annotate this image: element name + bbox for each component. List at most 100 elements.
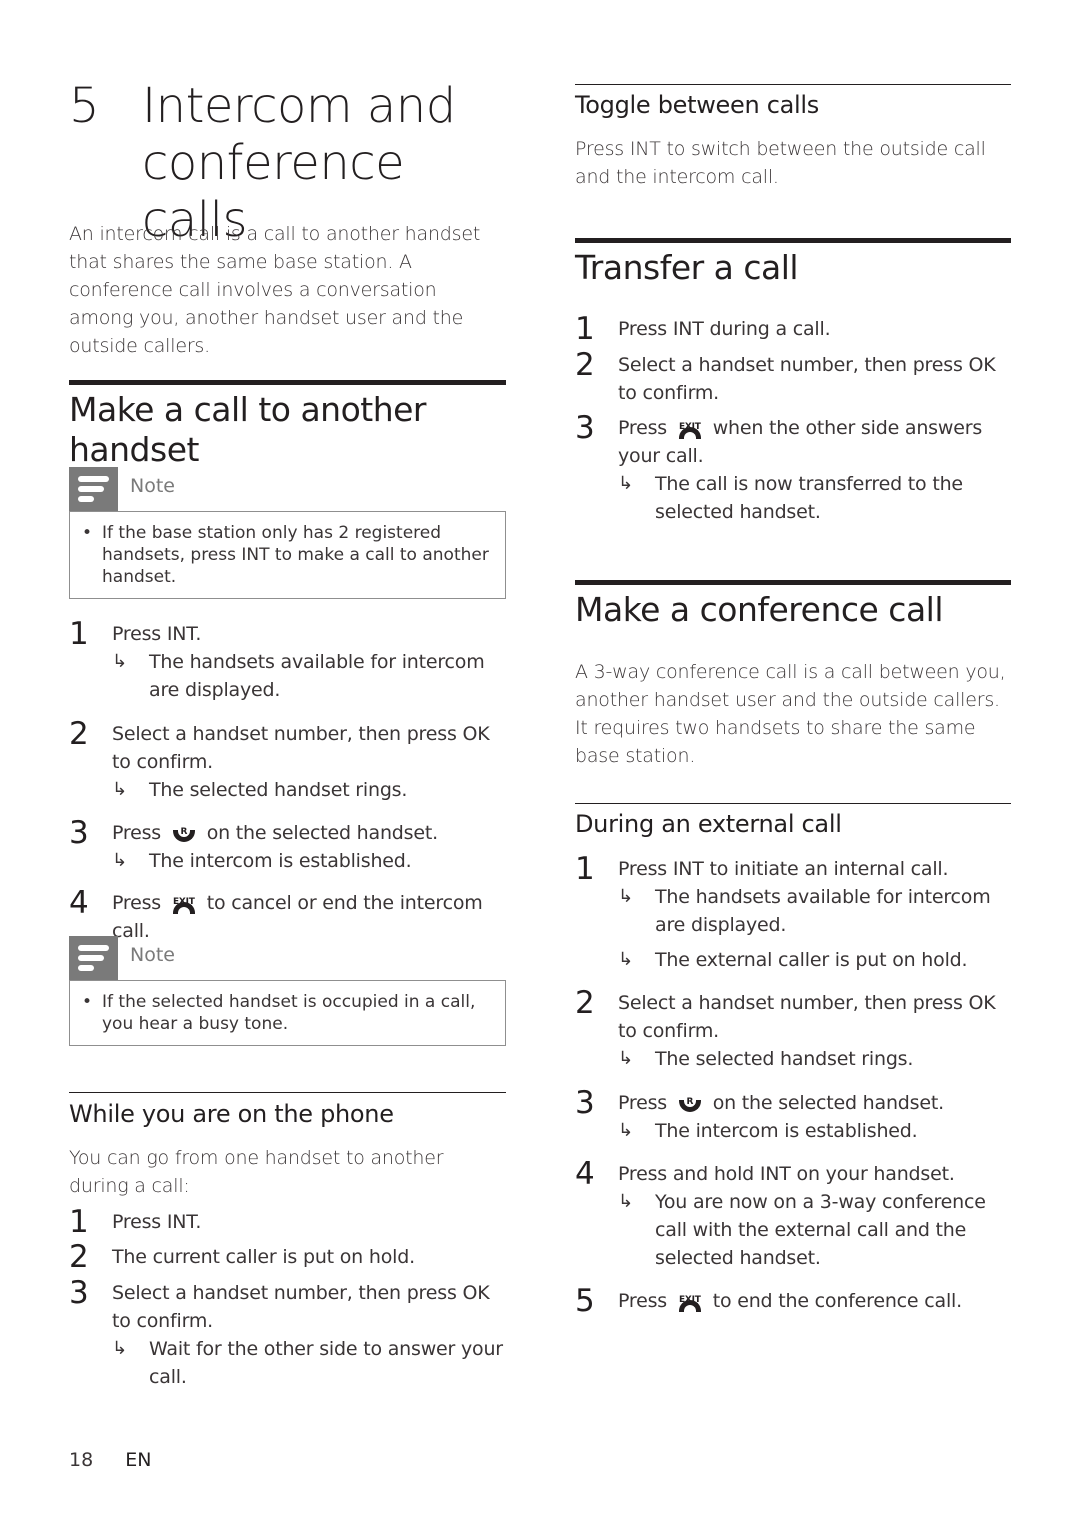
section-heading-make-call: Make a call to another handset <box>69 390 427 469</box>
note-box: Note • If the base station only has 2 re… <box>69 467 506 599</box>
result-arrow-icon: ↳ <box>112 779 127 800</box>
step-number: 2 <box>575 985 595 1021</box>
subsection-divider <box>69 1092 506 1093</box>
step-item: 2 The current caller is put on hold. <box>69 1239 506 1275</box>
note-text: If the selected handset is occupied in a… <box>102 992 476 1034</box>
step-text-after: on the selected handset. <box>712 1092 944 1114</box>
note-text: If the base station only has 2 registere… <box>102 523 489 587</box>
result-text: The handsets available for intercom are … <box>149 651 485 701</box>
step-result: ↳ Wait for the other side to answer your… <box>112 1335 506 1391</box>
subsection-heading-while-on-phone: While you are on the phone <box>69 1100 394 1128</box>
step-text: Select a handset number, then press OK t… <box>112 1282 490 1332</box>
step-item: 3 Press R on the selected handset. ↳ The… <box>69 815 506 875</box>
note-header: Note <box>69 467 506 511</box>
step-result: ↳ The intercom is established. <box>112 847 506 875</box>
result-text: The intercom is established. <box>655 1120 918 1142</box>
end-call-key-icon: EXIT <box>675 415 705 441</box>
end-call-key-icon: EXIT <box>169 890 199 916</box>
step-number: 3 <box>575 410 595 446</box>
step-text: Select a handset number, then press OK t… <box>112 723 490 773</box>
bullet: • <box>82 992 93 1012</box>
step-item: 1 Press INT to initiate an internal call… <box>575 851 1011 974</box>
step-number: 5 <box>575 1283 595 1319</box>
page-number: 18 <box>69 1449 94 1471</box>
step-text: Press R on the selected handset. <box>618 1089 1011 1117</box>
toggle-text: Press INT to switch between the outside … <box>575 138 986 188</box>
result-text: The call is now transferred to the selec… <box>655 473 963 523</box>
step-number: 4 <box>69 885 89 921</box>
step-number: 2 <box>575 347 595 383</box>
note-label: Note <box>130 944 175 966</box>
step-text: Press INT. <box>112 1211 202 1233</box>
page-footer: 18 EN <box>69 1449 151 1471</box>
step-text: Press INT during a call. <box>618 318 831 340</box>
subsection-divider <box>575 803 1011 804</box>
step-number: 3 <box>69 815 89 851</box>
step-text: Select a handset number, then press OK t… <box>618 992 996 1042</box>
result-arrow-icon: ↳ <box>618 1191 633 1212</box>
step-item: 2 Select a handset number, then press OK… <box>69 716 506 804</box>
result-text: The selected handset rings. <box>655 1048 914 1070</box>
section-divider <box>69 380 506 385</box>
step-number: 3 <box>69 1275 89 1311</box>
step-number: 3 <box>575 1085 595 1121</box>
note-icon <box>69 936 118 980</box>
step-item: 1 Press INT. <box>69 1204 506 1240</box>
chapter-intro: An intercom call is a call to another ha… <box>69 223 481 357</box>
step-item: 1 Press INT during a call. <box>575 311 1011 347</box>
result-arrow-icon: ↳ <box>618 473 633 494</box>
note-body: • If the selected handset is occupied in… <box>69 980 506 1046</box>
chapter-number: 5 <box>69 78 100 134</box>
step-number: 1 <box>575 311 595 347</box>
step-result: ↳ The selected handset rings. <box>112 776 506 804</box>
result-arrow-icon: ↳ <box>618 1048 633 1069</box>
conference-intro: A 3-way conference call is a call betwee… <box>575 661 1006 767</box>
result-arrow-icon: ↳ <box>618 949 633 970</box>
step-text-before: Press <box>112 892 162 914</box>
result-arrow-icon: ↳ <box>618 1120 633 1141</box>
step-item: 2 Select a handset number, then press OK… <box>575 347 1011 407</box>
result-text: You are now on a 3-way conference call w… <box>655 1191 986 1269</box>
step-number: 2 <box>69 716 89 752</box>
step-result: ↳ The call is now transferred to the sel… <box>618 470 1011 526</box>
step-item: 3 Select a handset number, then press OK… <box>69 1275 506 1391</box>
step-text-after: when the other side answers your call. <box>618 417 983 467</box>
result-arrow-icon: ↳ <box>112 651 127 672</box>
section-heading-transfer: Transfer a call <box>575 248 799 287</box>
step-text-before: Press <box>618 417 668 439</box>
subsection-heading-toggle: Toggle between calls <box>575 91 819 119</box>
result-text: The intercom is established. <box>149 850 412 872</box>
step-text-before: Press <box>112 822 162 844</box>
result-arrow-icon: ↳ <box>112 850 127 871</box>
step-result: ↳ You are now on a 3-way conference call… <box>618 1188 1011 1272</box>
step-text-after: on the selected handset. <box>206 822 438 844</box>
step-item: 3 Press R on the selected handset. ↳ The… <box>575 1085 1011 1145</box>
step-text: Press INT to initiate an internal call. <box>618 858 949 880</box>
step-text-after: to end the conference call. <box>712 1290 962 1312</box>
step-text-before: Press <box>618 1290 668 1312</box>
note-header: Note <box>69 936 506 980</box>
result-arrow-icon: ↳ <box>618 886 633 907</box>
step-item: 4 Press and hold INT on your handset. ↳ … <box>575 1156 1011 1272</box>
step-text: Press R on the selected handset. <box>112 819 506 847</box>
step-text: The current caller is put on hold. <box>112 1246 415 1268</box>
note-body: • If the base station only has 2 registe… <box>69 511 506 599</box>
step-item: 1 Press INT. ↳ The handsets available fo… <box>69 616 506 704</box>
step-result: ↳ The handsets available for intercom ar… <box>618 883 1011 939</box>
step-number: 4 <box>575 1156 595 1192</box>
subsection-intro: You can go from one handset to another d… <box>69 1147 444 1197</box>
step-result: ↳ The external caller is put on hold. <box>618 946 1011 974</box>
note-icon <box>69 467 118 511</box>
step-number: 1 <box>575 851 595 887</box>
subsection-heading-external-call: During an external call <box>575 810 842 838</box>
subsection-divider <box>575 84 1011 85</box>
note-box: Note • If the selected handset is occupi… <box>69 936 506 1046</box>
step-result: ↳ The handsets available for intercom ar… <box>112 648 506 704</box>
step-text-before: Press <box>618 1092 668 1114</box>
step-text: Press INT. <box>112 623 202 645</box>
result-text: Wait for the other side to answer your c… <box>149 1338 503 1388</box>
section-heading-conference: Make a conference call <box>575 590 944 629</box>
step-text: Press EXIT to end the conference call. <box>618 1287 1011 1315</box>
result-text: The selected handset rings. <box>149 779 408 801</box>
step-text: Press and hold INT on your handset. <box>618 1163 955 1185</box>
